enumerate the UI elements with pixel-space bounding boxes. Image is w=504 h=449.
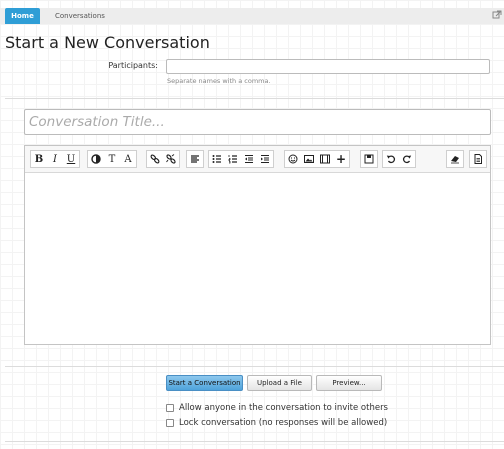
numbered-list-icon[interactable] [225,151,241,167]
toolbar-group-lists [208,150,274,168]
toolbar-group-links [146,150,180,168]
toolbar-group-history [382,150,416,168]
bold-icon[interactable]: B [31,151,47,167]
redo-icon[interactable] [399,151,415,167]
image-icon[interactable] [301,151,317,167]
participants-input[interactable] [166,59,490,74]
lock-conversation-label: Lock conversation (no responses will be … [179,418,388,428]
bbcode-toggle-icon[interactable] [470,151,486,167]
top-navigation: Home Conversations [0,8,504,24]
tab-conversations[interactable]: Conversations [55,8,105,24]
bullet-list-icon[interactable] [209,151,225,167]
page-title: Start a New Conversation [5,33,210,52]
remove-format-icon[interactable] [447,151,463,167]
preview-button[interactable]: Preview... [316,375,382,391]
tab-home[interactable]: Home [5,8,40,24]
divider [5,366,504,367]
divider [5,98,504,99]
toolbar-group-font: T A [87,150,137,168]
editor-toolbar: B I U T A + [25,146,490,173]
allow-invite-label: Allow anyone in the conversation to invi… [179,403,388,413]
allow-invite-checkbox[interactable] [166,404,174,412]
start-conversation-button[interactable]: Start a Conversation [166,375,243,391]
insert-more-icon[interactable]: + [333,151,349,167]
lock-conversation-option[interactable]: Lock conversation (no responses will be … [166,418,387,428]
participants-label: Participants: [108,61,158,70]
link-icon[interactable] [147,151,163,167]
allow-invite-option[interactable]: Allow anyone in the conversation to invi… [166,403,388,413]
toolbar-group-text-style: B I U [30,150,80,168]
lock-conversation-checkbox[interactable] [166,419,174,427]
divider [5,441,504,442]
message-editor[interactable]: B I U T A + [24,145,491,345]
text-color-icon[interactable] [88,151,104,167]
toolbar-group-draft [360,150,378,168]
toolbar-group-format [446,150,464,168]
outdent-icon[interactable] [241,151,257,167]
save-draft-icon[interactable] [361,151,377,167]
indent-icon[interactable] [257,151,273,167]
undo-icon[interactable] [383,151,399,167]
media-icon[interactable] [317,151,333,167]
toolbar-group-bbcode [469,150,487,168]
font-family-icon[interactable]: A [120,151,136,167]
external-link-icon[interactable] [492,10,502,20]
upload-file-button[interactable]: Upload a File [247,375,312,391]
italic-icon[interactable]: I [47,151,63,167]
smilie-icon[interactable] [285,151,301,167]
toolbar-group-align [186,150,204,168]
underline-icon[interactable]: U [63,151,79,167]
conversation-title-input[interactable]: Conversation Title... [24,109,491,135]
toolbar-group-insert: + [284,150,350,168]
unlink-icon[interactable] [163,151,179,167]
font-size-icon[interactable]: T [104,151,120,167]
participants-hint: Separate names with a comma. [167,77,271,85]
align-icon[interactable] [187,151,203,167]
